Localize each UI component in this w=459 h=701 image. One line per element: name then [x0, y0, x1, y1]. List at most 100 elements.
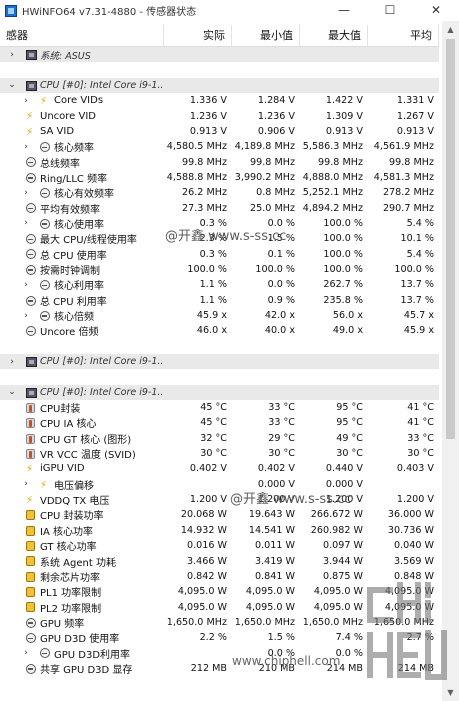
sensor-row[interactable]: › 核心利用率 1.1 % 0.0 % 262.7 % 13.7 %: [0, 277, 439, 292]
sensor-group-row[interactable]: › CPU [#0]: Intel Core i9-1...: [0, 353, 439, 370]
sensor-row[interactable]: PL1 功率限制 4,095.0 W 4,095.0 W 4,095.0 W 4,095…: [0, 584, 439, 599]
sensor-row[interactable]: SA VID 0.913 V 0.906 V 0.913 V 0.913 V: [0, 124, 439, 139]
expand-chevron-icon[interactable]: ›: [22, 96, 30, 106]
sensor-name-cell: 平均有效频率: [0, 200, 164, 216]
column-avg[interactable]: 平均: [368, 25, 439, 47]
sensor-row[interactable]: › 核心使用率 0.3 % 0.0 % 100.0 % 5.4 %: [0, 216, 439, 231]
sensor-row[interactable]: 剩余芯片功率 0.842 W 0.841 W 0.875 W 0.848 W: [0, 569, 439, 584]
sensor-row[interactable]: PL2 功率限制 4,095.0 W 4,095.0 W 4,095.0 W 4,095…: [0, 599, 439, 615]
expand-chevron-icon[interactable]: ›: [22, 479, 30, 489]
sensor-name-cell: GPU D3D 使用率: [0, 630, 164, 645]
max-value: 4,894.2 MHz: [302, 202, 363, 214]
current-value: 45 °C: [200, 417, 227, 429]
expand-chevron-icon[interactable]: ›: [22, 280, 30, 290]
expand-chevron-icon[interactable]: ›: [22, 648, 30, 658]
min-value: 33 °C: [268, 402, 295, 414]
expand-chevron-icon[interactable]: ›: [8, 357, 16, 367]
column-current[interactable]: 实际: [164, 25, 232, 47]
collapse-chevron-icon[interactable]: ⌄: [8, 80, 16, 90]
expand-chevron-icon[interactable]: ›: [22, 142, 30, 152]
sensor-label: CPU 封装功率: [40, 511, 104, 523]
column-min[interactable]: 最小值: [232, 25, 300, 47]
sensor-row[interactable]: VR VCC 温度 (SVID) 30 °C 30 °C 30 °C 30 °C: [0, 446, 439, 461]
sensor-label: 剩余芯片功率: [40, 572, 100, 584]
sensor-row[interactable]: › 电压偏移 0.000 V 0.000 V: [0, 477, 439, 492]
sensor-row[interactable]: › Core VIDs 1.336 V 1.284 V 1.422 V 1.331 V: [0, 93, 439, 108]
sensor-row[interactable]: › 核心有效频率 26.2 MHz 0.8 MHz 5,252.1 MHz 278.2 M…: [0, 185, 439, 200]
sensor-row[interactable]: IA 核心功率 14.932 W 14.541 W 260.982 W 30.736 W: [0, 523, 439, 538]
chip-icon: [26, 356, 37, 367]
sensor-row[interactable]: 系统 Agent 功耗 3.466 W 3.419 W 3.944 W 3.569 W: [0, 553, 439, 569]
sensor-row[interactable]: CPU IA 核心 45 °C 33 °C 95 °C 41 °C: [0, 415, 439, 430]
current-value: 1,650.0 MHz: [166, 616, 227, 628]
sensor-row[interactable]: GPU 频率 1,650.0 MHz 1,650.0 MHz 1,650.0 MHz 1…: [0, 615, 439, 630]
voltage-bolt-icon: [26, 111, 34, 122]
collapse-chevron-icon[interactable]: ⌄: [8, 387, 16, 397]
expand-chevron-icon[interactable]: ›: [22, 188, 30, 198]
sensor-row[interactable]: GPU D3D 使用率 2.2 % 1.5 % 7.4 % 2.7 %: [0, 630, 439, 645]
sensor-group-row[interactable]: ⌄ CPU [#0]: Intel Core i9-1...: [0, 77, 439, 94]
max-value: 262.7 %: [323, 279, 363, 291]
current-value: 1.200 V: [189, 494, 227, 506]
vertical-scrollbar[interactable]: ▲ ▼: [442, 21, 459, 701]
sensor-row[interactable]: 总 CPU 利用率 1.1 % 0.9 % 235.8 % 13.7 %: [0, 293, 439, 308]
avg-value: 0.913 V: [396, 125, 434, 137]
sensor-row[interactable]: GT 核心功率 0.016 W 0.011 W 0.097 W 0.040 W: [0, 538, 439, 553]
scroll-down-arrow-icon[interactable]: ▼: [442, 684, 459, 701]
temperature-icon: [26, 448, 35, 459]
column-max[interactable]: 最大值: [300, 25, 368, 47]
temperature-icon: [26, 433, 35, 444]
sensor-row[interactable]: CPU 封装功率 20.068 W 19.643 W 266.672 W 36.000 …: [0, 507, 439, 522]
column-sensor[interactable]: 感器: [0, 25, 164, 47]
expand-chevron-icon[interactable]: ›: [22, 311, 30, 321]
power-icon: [26, 556, 35, 567]
minimize-button[interactable]: —: [321, 0, 367, 21]
min-value: 1.284 V: [257, 95, 295, 107]
sensor-row[interactable]: 按需时钟调制 100.0 % 100.0 % 100.0 % 100.0 %: [0, 262, 439, 277]
sensor-row[interactable]: › GPU D3D利用率 0.0 % 0.0 %: [0, 645, 439, 661]
sensor-row[interactable]: CPU GT 核心 (图形) 32 °C 29 °C 49 °C 33 °C: [0, 431, 439, 446]
clock-gauge-icon: [26, 264, 36, 275]
sensor-name-cell: › 核心有效频率: [0, 185, 164, 201]
sensor-row[interactable]: 总 CPU 使用率 0.3 % 0.1 % 100.0 % 5.4 %: [0, 246, 439, 262]
min-value: 4,095.0 W: [245, 601, 295, 613]
sensor-name-cell: 总 CPU 使用率: [0, 246, 164, 262]
sensor-label: 核心倍频: [54, 312, 94, 324]
current-value: 30 °C: [200, 448, 227, 460]
sensor-row[interactable]: Uncore VID 1.236 V 1.236 V 1.309 V 1.267 V: [0, 108, 439, 123]
sensor-group-row[interactable]: › 系统: ASUS: [0, 47, 439, 63]
sensor-name-cell: 总 CPU 利用率: [0, 293, 164, 308]
sensor-row[interactable]: CPU封装 45 °C 33 °C 95 °C 41 °C: [0, 400, 439, 415]
max-value: 100.0 %: [323, 217, 363, 229]
current-value: 45 °C: [200, 402, 227, 414]
sensor-name-cell: 总线频率: [0, 154, 164, 170]
min-value: 30 °C: [268, 448, 295, 460]
avg-value: 10.1 %: [400, 233, 434, 245]
max-value: 0.875 W: [322, 570, 363, 582]
clock-gauge-icon: [26, 234, 36, 245]
avg-value: 41 °C: [407, 417, 434, 429]
window-title: HWiNFO64 v7.31-4880 - 传感器状态: [22, 7, 197, 18]
sensor-row[interactable]: 最大 CPU/线程使用率 2.3 % 1.5 % 100.0 % 10.1 %: [0, 231, 439, 246]
current-value: 0.402 V: [189, 463, 227, 475]
sensor-row[interactable]: › 核心频率 4,580.5 MHz 4,189.8 MHz 5,586.3 MHz 4,…: [0, 139, 439, 154]
sensor-row[interactable]: › 核心倍频 45.9 x 42.0 x 56.0 x 45.7 x: [0, 308, 439, 323]
sensor-name-cell: 共享 GPU D3D 显存: [0, 661, 164, 676]
sensor-row[interactable]: 总线频率 99.8 MHz 99.8 MHz 99.8 MHz 99.8 MHz: [0, 154, 439, 170]
sensor-row[interactable]: iGPU VID 0.402 V 0.402 V 0.440 V 0.403 V: [0, 461, 439, 476]
sensor-label: Ring/LLC 频率: [40, 173, 108, 185]
sensor-row[interactable]: Uncore 倍频 46.0 x 40.0 x 49.0 x 45.9 x: [0, 323, 439, 338]
sensor-group-row[interactable]: ⌄ CPU [#0]: Intel Core i9-1...: [0, 384, 439, 400]
clock-gauge-icon: [40, 280, 50, 291]
sensor-row[interactable]: 共享 GPU D3D 显存 212 MB 210 MB 214 MB 214 MB: [0, 661, 439, 676]
sensor-row[interactable]: Ring/LLC 频率 4,588.8 MHz 3,990.2 MHz 4,888.0…: [0, 170, 439, 185]
maximize-button[interactable]: ☐: [367, 0, 413, 21]
expand-chevron-icon[interactable]: ›: [22, 218, 30, 228]
scrollbar-thumb[interactable]: [446, 39, 455, 439]
sensor-row[interactable]: VDDQ TX 电压 1.200 V 1.200 V 1.200 V 1.200 V: [0, 492, 439, 507]
close-button[interactable]: ✕: [413, 0, 459, 21]
scroll-up-arrow-icon[interactable]: ▲: [442, 21, 459, 38]
sensor-row[interactable]: 平均有效频率 27.3 MHz 25.0 MHz 4,894.2 MHz 290.7 M…: [0, 200, 439, 216]
group-label: CPU [#0]: Intel Core i9-1...: [40, 356, 164, 368]
expand-chevron-icon[interactable]: ›: [8, 50, 16, 60]
